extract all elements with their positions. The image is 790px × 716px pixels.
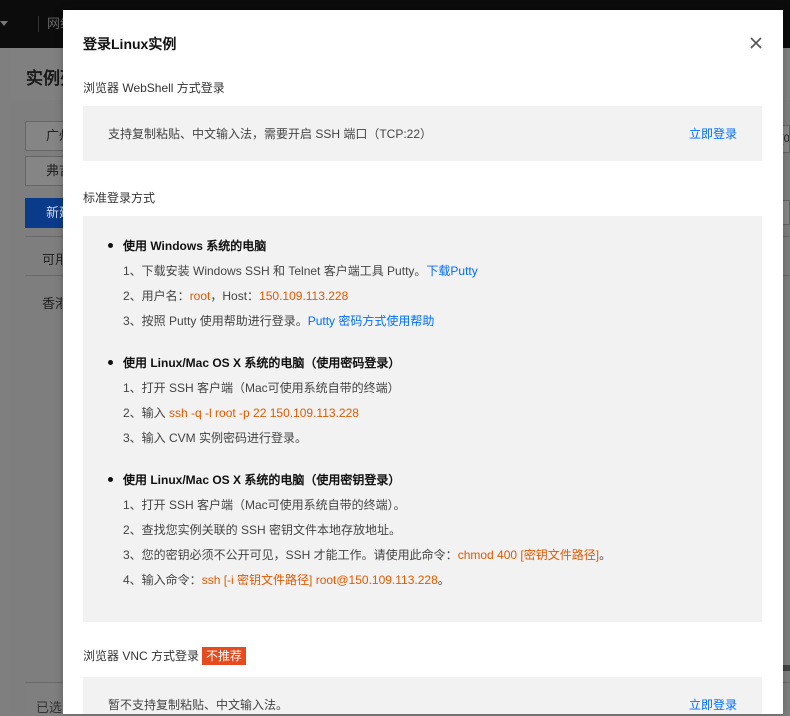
group-title-key: 使用 Linux/Mac OS X 系统的电脑（使用密钥登录） <box>108 471 400 488</box>
step-item: 1、打开 SSH 客户端（Mac可使用系统自带的终端） <box>123 381 400 395</box>
column-header: 可用 <box>42 252 62 267</box>
dialog-title: 登录Linux实例 <box>83 36 177 52</box>
ssh-key-command: ssh [-i 密钥文件路径] root@150.109.113.228 <box>201 573 438 587</box>
webshell-login-link[interactable]: 立即登录 <box>689 125 737 142</box>
vnc-description: 暂不支持复制粘贴、中文输入法。 <box>108 698 289 712</box>
ssh-command: ssh -q -l root -p 22 150.109.113.228 <box>169 406 359 420</box>
step-item: 2、输入 ssh -q -l root -p 22 150.109.113.22… <box>123 406 359 420</box>
group-title-password: 使用 Linux/Mac OS X 系统的电脑（使用密码登录） <box>108 354 400 371</box>
region-button-guangzhou[interactable]: 广州 <box>25 121 65 151</box>
vnc-box: 暂不支持复制粘贴、中文输入法。 立即登录 <box>83 677 762 714</box>
step-item: 3、输入 CVM 实例密码进行登录。 <box>123 431 308 445</box>
selected-count: 已选 <box>36 700 63 715</box>
step-item: 3、按照 Putty 使用帮助进行登录。Putty 密码方式使用帮助 <box>123 314 435 328</box>
host-value: 150.109.113.228 <box>259 289 349 303</box>
username-value: root <box>189 289 211 303</box>
step-item: 2、用户名：root，Host：150.109.113.228 <box>123 289 349 303</box>
create-button[interactable]: 新建 <box>25 198 65 228</box>
vnc-section-label: 浏览器 VNC 方式登录 不推荐 <box>83 647 247 665</box>
chmod-command: chmod 400 [密钥文件路径] <box>457 548 600 562</box>
download-putty-link[interactable]: 下载Putty <box>426 264 477 278</box>
not-recommended-badge: 不推荐 <box>202 647 247 665</box>
step-item: 4、输入命令：ssh [-i 密钥文件路径] root@150.109.113.… <box>123 573 450 587</box>
step-item: 3、您的密钥必须不公开可见，SSH 才能工作。请使用此命令：chmod 400 … <box>123 548 612 562</box>
putty-help-link[interactable]: Putty 密码方式使用帮助 <box>308 314 435 328</box>
standard-box: 使用 Windows 系统的电脑 1、下载安装 Windows SSH 和 Te… <box>83 216 762 622</box>
chevron-down-icon[interactable] <box>0 21 8 26</box>
step-item: 1、打开 SSH 客户端（Mac可使用系统自带的终端）。 <box>123 498 406 512</box>
region-button-virginia[interactable]: 弗吉尼亚 <box>25 156 65 186</box>
login-linux-dialog: 登录Linux实例 浏览器 WebShell 方式登录 支持复制粘贴、中文输入法… <box>63 10 783 714</box>
bullet-icon <box>108 360 113 366</box>
standard-section-label: 标准登录方式 <box>83 191 156 205</box>
bullet-icon <box>108 477 113 483</box>
webshell-section-label: 浏览器 WebShell 方式登录 <box>83 81 225 95</box>
group-title-windows: 使用 Windows 系统的电脑 <box>108 237 266 254</box>
step-item: 2、查找您实例关联的 SSH 密钥文件本地存放地址。 <box>123 523 402 537</box>
vnc-login-link[interactable]: 立即登录 <box>689 696 737 713</box>
webshell-box: 支持复制粘贴、中文输入法，需要开启 SSH 端口（TCP:22） 立即登录 <box>83 106 762 161</box>
close-icon[interactable] <box>749 36 763 50</box>
scrollbar[interactable] <box>782 665 790 671</box>
step-item: 1、下载安装 Windows SSH 和 Telnet 客户端工具 Putty。… <box>123 264 478 278</box>
bullet-icon <box>108 243 113 249</box>
webshell-description: 支持复制粘贴、中文输入法，需要开启 SSH 端口（TCP:22） <box>108 127 433 141</box>
row-region: 香港 <box>42 296 62 311</box>
